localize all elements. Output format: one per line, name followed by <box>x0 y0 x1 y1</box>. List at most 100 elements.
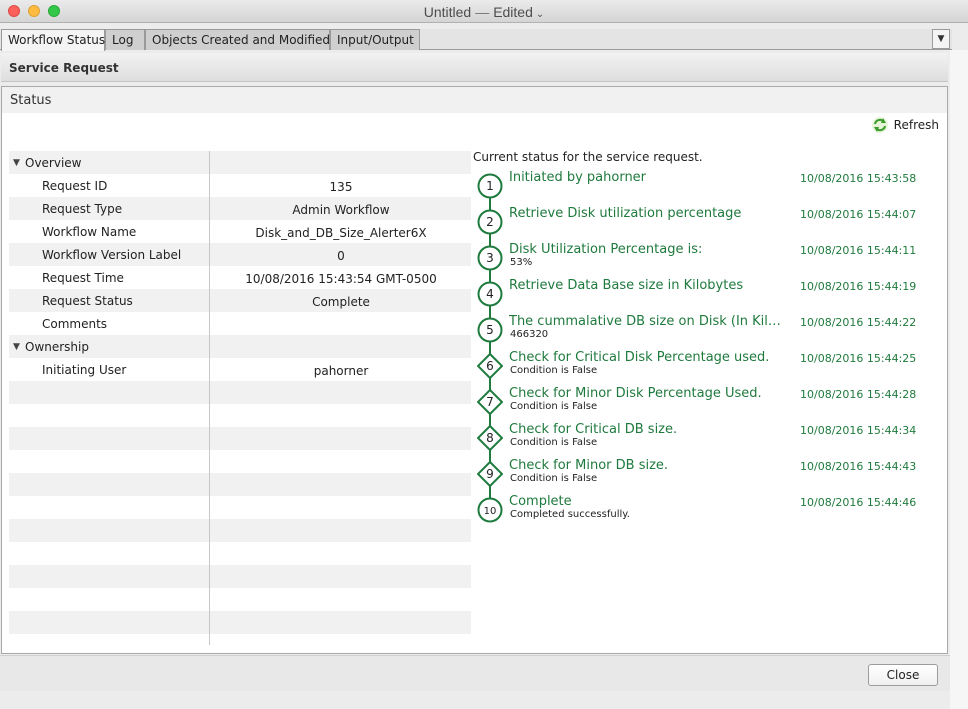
timeline-heading: Current status for the service request. <box>473 150 703 164</box>
column-divider[interactable] <box>209 151 210 645</box>
step-circle-icon: 3 <box>477 245 503 271</box>
step-timestamp: 10/08/2016 15:44:46 <box>800 496 917 509</box>
property-value: Admin Workflow <box>292 203 390 217</box>
disclosure-triangle-icon[interactable]: ▼ <box>13 342 20 352</box>
tab-input-output[interactable]: Input/Output <box>330 29 420 50</box>
property-name: Request Status <box>42 294 133 308</box>
step-title: Retrieve Data Base size in Kilobytes <box>509 278 744 293</box>
timeline-step: 5 The cummalative DB size on Disk (In Kil… <box>473 314 943 350</box>
step-detail: Completed successfully. <box>510 509 630 520</box>
step-title: Check for Minor Disk Percentage Used. <box>509 386 762 401</box>
step-circle-icon: 10 <box>477 497 503 523</box>
step-detail: 466320 <box>510 329 549 340</box>
step-detail: 53% <box>510 257 533 268</box>
property-value: 0 <box>337 249 345 263</box>
property-value: Disk_and_DB_Size_Alerter6X <box>255 226 427 240</box>
property-name: Workflow Version Label <box>42 248 182 262</box>
property-name: Initiating User <box>42 363 127 377</box>
step-number: 5 <box>486 323 494 337</box>
property-name: Workflow Name <box>42 225 137 239</box>
step-number: 4 <box>486 287 494 301</box>
step-detail: Condition is False <box>510 473 598 484</box>
step-number: 3 <box>486 251 494 265</box>
property-name: Comments <box>42 317 108 331</box>
property-row-request-id: Request ID 135 <box>9 174 471 197</box>
window-title[interactable]: Untitled — Edited ⌄ <box>0 4 968 20</box>
title-bar: Untitled — Edited ⌄ <box>0 0 968 23</box>
disclosure-triangle-icon[interactable]: ▼ <box>13 158 20 168</box>
close-button[interactable]: Close <box>868 664 938 686</box>
property-row-workflow-version-label: Workflow Version Label 0 <box>9 243 471 266</box>
tab-bar: Workflow Status Log Objects Created and … <box>0 29 952 51</box>
step-number: 9 <box>486 467 494 481</box>
step-number: 6 <box>486 359 494 373</box>
overview-section-row[interactable]: ▼ Overview <box>9 151 471 174</box>
step-number: 10 <box>484 506 497 517</box>
timeline-step: 1 Initiated by pahorner 10/08/2016 15:43:5… <box>473 170 943 206</box>
timeline-step: 8 Check for Critical DB size. Condition is… <box>473 422 943 458</box>
empty-row <box>9 404 471 427</box>
tab-objects-created-and-modified[interactable]: Objects Created and Modified <box>145 29 330 50</box>
empty-row <box>9 450 471 473</box>
step-circle-icon: 5 <box>477 317 503 343</box>
step-timestamp: 10/08/2016 15:44:34 <box>800 424 917 437</box>
timeline-step: 7 Check for Minor Disk Percentage Used. Co… <box>473 386 943 422</box>
step-title: The cummalative DB size on Disk (In Kilo… <box>509 314 785 329</box>
timeline-step: 9 Check for Minor DB size. Condition is Fa… <box>473 458 943 494</box>
step-timestamp: 10/08/2016 15:44:25 <box>800 352 917 365</box>
property-value: pahorner <box>313 364 369 378</box>
decision-diamond-icon: 6 <box>476 352 504 380</box>
service-request-header: Service Request <box>1 53 948 82</box>
refresh-icon <box>871 117 888 133</box>
property-value: Complete <box>312 295 370 309</box>
step-timestamp: 10/08/2016 15:44:19 <box>800 280 917 293</box>
step-detail: Condition is False <box>510 437 598 448</box>
right-gutter <box>950 50 968 709</box>
property-row-request-status: Request Status Complete <box>9 289 471 312</box>
timeline-step: 2 Retrieve Disk utilization percentage 10/… <box>473 206 943 242</box>
status-title-bar: Status <box>2 87 947 113</box>
empty-row <box>9 542 471 565</box>
step-timestamp: 10/08/2016 15:44:07 <box>800 208 917 221</box>
property-name: Request Time <box>42 271 124 285</box>
step-circle-icon: 1 <box>477 173 503 199</box>
empty-row <box>9 496 471 519</box>
decision-diamond-icon: 7 <box>476 388 504 416</box>
step-title: Disk Utilization Percentage is: <box>509 242 703 257</box>
overview-section-label: Overview <box>25 156 82 170</box>
chevron-down-icon: ▼ <box>937 34 945 44</box>
ownership-section-label: Ownership <box>25 340 89 354</box>
refresh-label: Refresh <box>893 118 939 132</box>
service-request-title: Service Request <box>9 61 119 75</box>
timeline-step: 6 Check for Critical Disk Percentage used… <box>473 350 943 386</box>
step-title: Check for Critical Disk Percentage used. <box>509 350 770 365</box>
property-value: 10/08/2016 15:43:54 GMT-0500 <box>245 272 437 286</box>
property-row-request-time: Request Time 10/08/2016 15:43:54 GMT-050… <box>9 266 471 289</box>
step-number: 7 <box>486 395 494 409</box>
tab-overflow-menu[interactable]: ▼ <box>932 29 950 49</box>
property-row-workflow-name: Workflow Name Disk_and_DB_Size_Alerter6X <box>9 220 471 243</box>
properties-table: ▼ Overview Request ID 135 Request Type A… <box>9 151 471 634</box>
empty-row <box>9 473 471 496</box>
step-detail: Condition is False <box>510 365 598 376</box>
step-timestamp: 10/08/2016 15:44:43 <box>800 460 917 473</box>
decision-diamond-icon: 8 <box>476 424 504 452</box>
property-row-comments: Comments <box>9 312 471 335</box>
step-number: 2 <box>486 215 494 229</box>
status-title: Status <box>10 93 52 108</box>
timeline-step: 4 Retrieve Data Base size in Kilobytes 10/… <box>473 278 943 314</box>
chevron-down-icon: ⌄ <box>535 9 545 20</box>
ownership-section-row[interactable]: ▼ Ownership <box>9 335 471 358</box>
step-detail: Condition is False <box>510 401 598 412</box>
step-title: Complete <box>509 494 572 509</box>
refresh-button[interactable]: Refresh <box>871 115 939 135</box>
empty-row <box>9 565 471 588</box>
step-timestamp: 10/08/2016 15:43:58 <box>800 172 917 185</box>
property-name: Request Type <box>42 202 123 216</box>
step-title: Retrieve Disk utilization percentage <box>509 206 742 221</box>
step-title: Initiated by pahorner <box>509 170 647 185</box>
empty-row <box>9 427 471 450</box>
tab-workflow-status[interactable]: Workflow Status <box>1 29 105 51</box>
window-title-text: Untitled <box>423 4 472 20</box>
tab-log[interactable]: Log <box>105 29 145 50</box>
